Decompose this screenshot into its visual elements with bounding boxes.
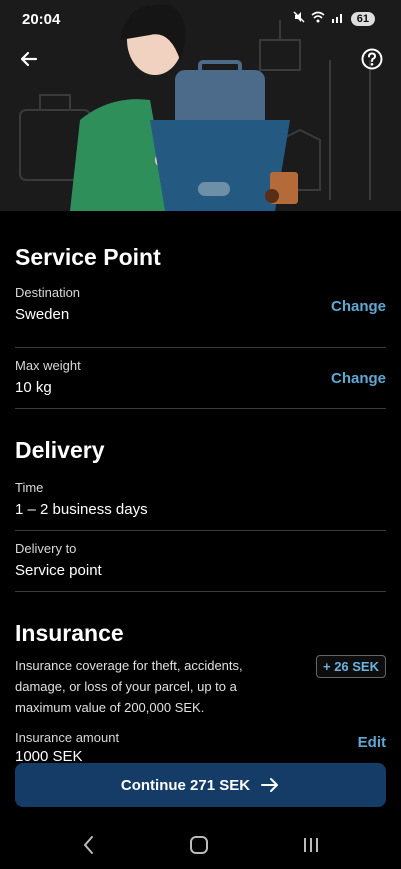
insurance-price-badge: + 26 SEK — [315, 655, 386, 678]
chevron-left-icon — [83, 836, 93, 854]
delivery-time-value: 1 – 2 business days — [15, 501, 148, 518]
delivery-time-row: Time 1 – 2 business days — [15, 480, 386, 531]
recents-icon — [304, 838, 318, 852]
insurance-title: Insurance — [15, 620, 124, 646]
signal-icon — [331, 11, 345, 26]
main-content: Service Point Destination Sweden Change … — [15, 211, 386, 770]
delivery-to-label: Delivery to — [15, 541, 77, 556]
delivery-to-value: Service point — [15, 562, 102, 579]
status-time: 20:04 — [22, 11, 61, 28]
insurance-description: Insurance coverage for theft, accidents,… — [15, 658, 243, 715]
edit-insurance-button[interactable]: Edit — [358, 734, 386, 751]
arrow-left-icon — [20, 51, 38, 67]
arrow-right-icon — [261, 778, 279, 792]
wifi-icon — [311, 11, 325, 26]
change-destination-button[interactable]: Change — [331, 298, 386, 315]
help-button[interactable] — [359, 46, 385, 72]
service-point-title: Service Point — [15, 244, 161, 270]
system-nav-bar — [0, 820, 401, 869]
weight-row: Max weight 10 kg Change — [15, 358, 386, 409]
battery-indicator: 61 — [350, 11, 375, 26]
insurance-amount-label: Insurance amount — [15, 730, 120, 745]
back-button[interactable] — [16, 46, 42, 72]
home-icon — [190, 836, 208, 854]
change-weight-button[interactable]: Change — [331, 370, 386, 387]
nav-back-button[interactable] — [76, 832, 102, 858]
status-icons: 61 — [293, 11, 375, 26]
hero-illustration: 20:04 61 — [0, 0, 401, 211]
delivery-title: Delivery — [15, 437, 105, 463]
continue-label: Continue 271 SEK — [120, 776, 251, 794]
status-bar: 20:04 61 — [0, 8, 401, 32]
delivery-to-row: Delivery to Service point — [15, 541, 386, 592]
mute-icon — [293, 11, 305, 26]
help-icon — [361, 48, 383, 70]
nav-home-button[interactable] — [186, 832, 212, 858]
nav-recents-button[interactable] — [298, 832, 324, 858]
delivery-time-label: Time — [15, 480, 44, 495]
destination-row: Destination Sweden Change — [15, 285, 386, 348]
continue-button[interactable]: Continue 271 SEK — [15, 763, 386, 807]
insurance-info: Insurance coverage for theft, accidents,… — [15, 655, 386, 718]
